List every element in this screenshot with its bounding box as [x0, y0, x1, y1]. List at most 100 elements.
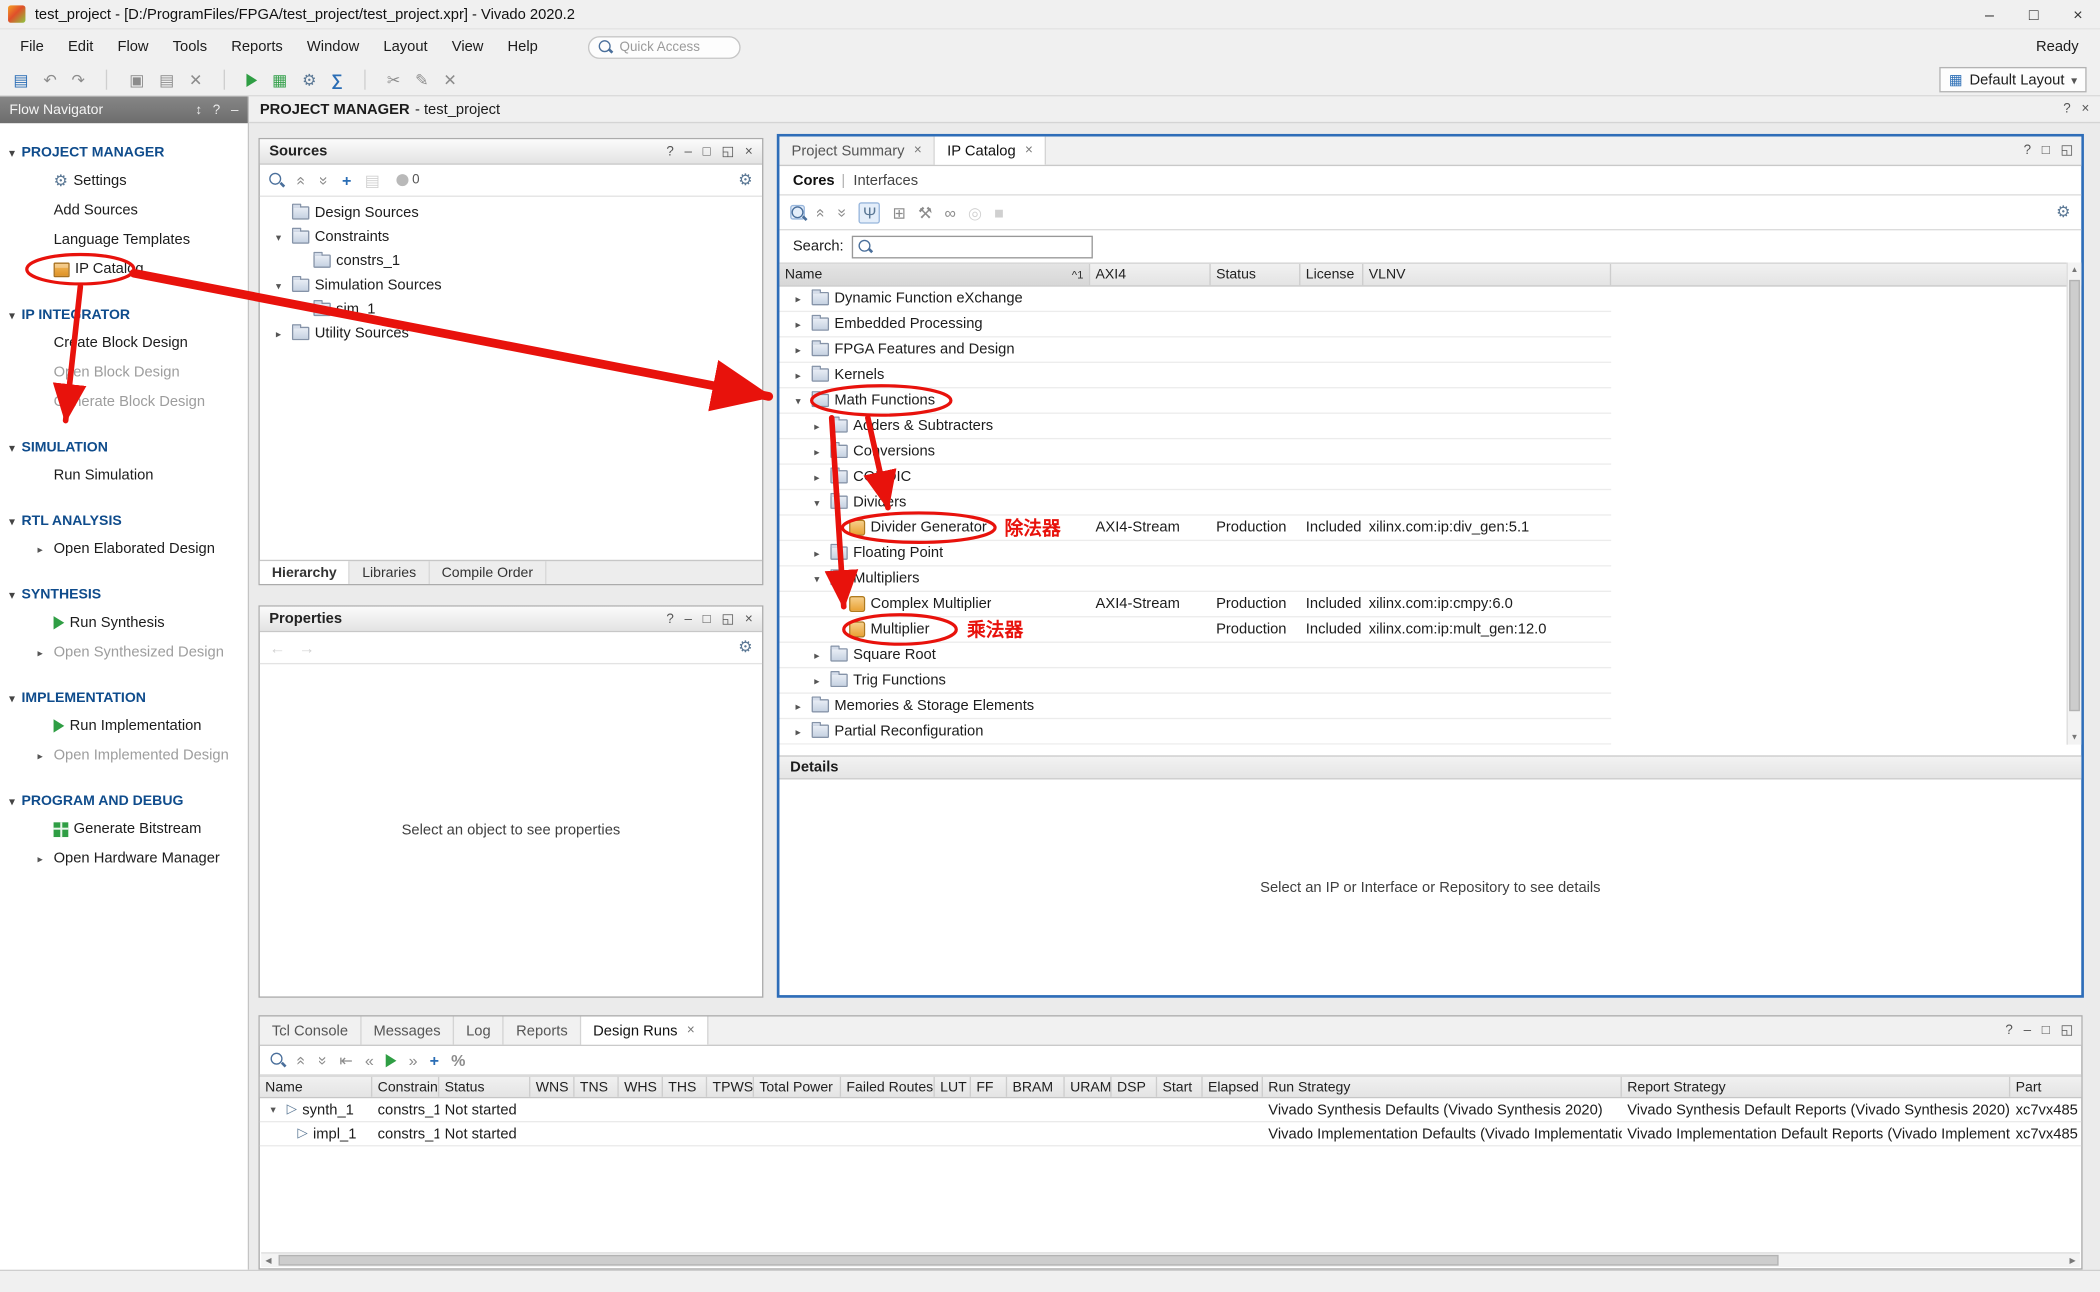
chevron-right-icon[interactable]: ▸ [809, 420, 825, 432]
step-first-icon[interactable]: ⇤ [339, 1052, 352, 1068]
chevron-right-icon[interactable]: ▸ [809, 445, 825, 457]
column-header-name[interactable]: Name [260, 1077, 373, 1097]
flow-section-header-ip-integrator[interactable]: ▾IP INTEGRATOR [0, 301, 248, 328]
column-header-start[interactable]: Start [1157, 1077, 1203, 1097]
doc-icon[interactable]: ▤ [365, 172, 380, 188]
gear-icon[interactable]: ⚙ [2056, 204, 2070, 220]
fast-back-icon[interactable]: « [365, 1052, 374, 1068]
close-icon[interactable]: × [687, 1023, 695, 1038]
flow-section-header-synthesis[interactable]: ▾SYNTHESIS [0, 581, 248, 608]
scrollbar-thumb[interactable] [2069, 280, 2080, 711]
chevron-right-icon[interactable]: ▸ [32, 543, 48, 555]
column-header-ff[interactable]: FF [971, 1077, 1007, 1097]
report-icon[interactable]: ∑ [331, 72, 342, 88]
search-icon[interactable] [269, 173, 284, 188]
chevron-down-icon[interactable]: ▾ [809, 573, 825, 585]
tab-tcl-console[interactable]: Tcl Console [260, 1017, 362, 1045]
scrollbar-thumb[interactable] [279, 1255, 1779, 1266]
program-icon[interactable]: ▦ [272, 72, 287, 88]
menu-window[interactable]: Window [295, 35, 372, 59]
category-row-memories-storage-elements[interactable]: ▸Memories & Storage Elements [779, 694, 1611, 719]
run-row-impl-1[interactable]: ▷impl_1constrs_1Not startedVivado Implem… [260, 1122, 2081, 1146]
flownav-item-generate-bitstream[interactable]: Generate Bitstream [0, 814, 248, 843]
copy-icon[interactable]: ▣ [129, 72, 144, 88]
ip-row-multiplier[interactable]: MultiplierProductionIncludedxilinx.com:i… [779, 617, 1611, 642]
help-icon[interactable]: ? [2005, 1023, 2012, 1038]
chevron-right-icon[interactable]: ▸ [790, 369, 806, 381]
close-icon[interactable]: × [745, 144, 753, 159]
category-row-cordic[interactable]: ▸CORDIC [779, 465, 1611, 490]
column-header-axi4[interactable]: AXI4 [1090, 264, 1211, 285]
chevron-down-icon[interactable]: ▾ [809, 496, 825, 508]
paste-icon[interactable]: ▤ [159, 72, 174, 88]
scroll-right-icon[interactable] [2065, 1256, 2080, 1265]
column-header-dsp[interactable]: DSP [1112, 1077, 1158, 1097]
maximize-icon[interactable]: □ [2042, 143, 2050, 158]
play-icon[interactable] [247, 73, 258, 86]
chevron-right-icon[interactable]: ▸ [790, 344, 806, 356]
chevron-right-icon[interactable]: ▸ [790, 700, 806, 712]
help-icon[interactable]: ? [2063, 102, 2070, 117]
flownav-item-run-synthesis[interactable]: Run Synthesis [0, 608, 248, 637]
ip-search-input[interactable] [852, 235, 1093, 258]
column-header-ths[interactable]: THS [663, 1077, 707, 1097]
expand-all-icon[interactable]: » [316, 176, 332, 185]
scroll-down-icon[interactable] [2068, 730, 2081, 745]
maximize-icon[interactable]: □ [703, 611, 711, 626]
expand-all-icon[interactable]: » [834, 208, 850, 217]
column-header-status[interactable]: Status [1211, 264, 1301, 285]
close-icon[interactable]: × [914, 143, 922, 158]
minimize-icon[interactable]: – [2024, 1023, 2031, 1038]
column-header-whs[interactable]: WHS [619, 1077, 663, 1097]
menu-view[interactable]: View [440, 35, 496, 59]
flownav-item-run-simulation[interactable]: Run Simulation [0, 461, 248, 490]
tab-hierarchy[interactable]: Hierarchy [260, 561, 350, 584]
column-header-total-power[interactable]: Total Power [754, 1077, 841, 1097]
settings-icon[interactable]: ⚙ [302, 72, 316, 88]
cut-icon[interactable]: ✂ [387, 72, 400, 88]
tree-item-constraints[interactable]: ▾Constraints [260, 225, 762, 249]
float-icon[interactable]: ◱ [721, 144, 734, 159]
column-header-lut[interactable]: LUT [935, 1077, 971, 1097]
close-icon[interactable]: × [2081, 102, 2089, 117]
category-row-multipliers[interactable]: ▾Multipliers [779, 567, 1611, 592]
layout-selector[interactable]: Default Layout [1939, 67, 2086, 92]
collapse-all-icon[interactable]: « [813, 208, 829, 217]
flownav-item-settings[interactable]: ⚙Settings [0, 166, 248, 195]
flownav-item-open-elaborated-design[interactable]: ▸Open Elaborated Design [0, 534, 248, 563]
swap-icon[interactable]: ↕ [195, 102, 202, 117]
close-icon[interactable]: × [745, 611, 753, 626]
menu-reports[interactable]: Reports [219, 35, 295, 59]
tab-design-runs[interactable]: Design Runs× [581, 1017, 708, 1045]
tab-reports[interactable]: Reports [504, 1017, 581, 1045]
tab-log[interactable]: Log [454, 1017, 504, 1045]
category-row-fpga-features-and-design[interactable]: ▸FPGA Features and Design [779, 338, 1611, 363]
chevron-down-icon[interactable]: ▾ [271, 279, 287, 291]
help-icon[interactable]: ? [213, 102, 220, 117]
window-close-button[interactable]: × [2056, 0, 2100, 28]
flow-section-header-program-and-debug[interactable]: ▾PROGRAM AND DEBUG [0, 788, 248, 815]
menu-tools[interactable]: Tools [161, 35, 220, 59]
flow-section-header-implementation[interactable]: ▾IMPLEMENTATION [0, 684, 248, 711]
column-header-tpws[interactable]: TPWS [707, 1077, 754, 1097]
menu-file[interactable]: File [8, 35, 56, 59]
category-row-adders-subtracters[interactable]: ▸Adders & Subtracters [779, 414, 1611, 439]
delete-icon[interactable]: ✕ [189, 72, 202, 88]
column-header-status[interactable]: Status [439, 1077, 530, 1097]
horizontal-scrollbar[interactable] [261, 1252, 2080, 1267]
tree-item-design-sources[interactable]: Design Sources [260, 201, 762, 225]
category-row-embedded-processing[interactable]: ▸Embedded Processing [779, 312, 1611, 337]
category-row-kernels[interactable]: ▸Kernels [779, 363, 1611, 388]
flownav-item-ip-catalog[interactable]: IP Catalog [0, 254, 248, 283]
float-icon[interactable]: ◱ [721, 611, 734, 626]
run-row-synth-1[interactable]: ▾▷synth_1constrs_1Not startedVivado Synt… [260, 1098, 2081, 1122]
tab-compile-order[interactable]: Compile Order [430, 561, 547, 584]
column-header-tns[interactable]: TNS [575, 1077, 619, 1097]
chevron-down-icon[interactable]: ▾ [265, 1104, 281, 1116]
add-icon[interactable]: + [342, 172, 351, 188]
column-header-part[interactable]: Part [2010, 1077, 2081, 1097]
category-row-conversions[interactable]: ▸Conversions [779, 439, 1611, 464]
gear-icon[interactable]: ⚙ [738, 171, 752, 187]
category-row-dynamic-function-exchange[interactable]: ▸Dynamic Function eXchange [779, 287, 1611, 312]
minimize-icon[interactable]: – [231, 102, 238, 117]
